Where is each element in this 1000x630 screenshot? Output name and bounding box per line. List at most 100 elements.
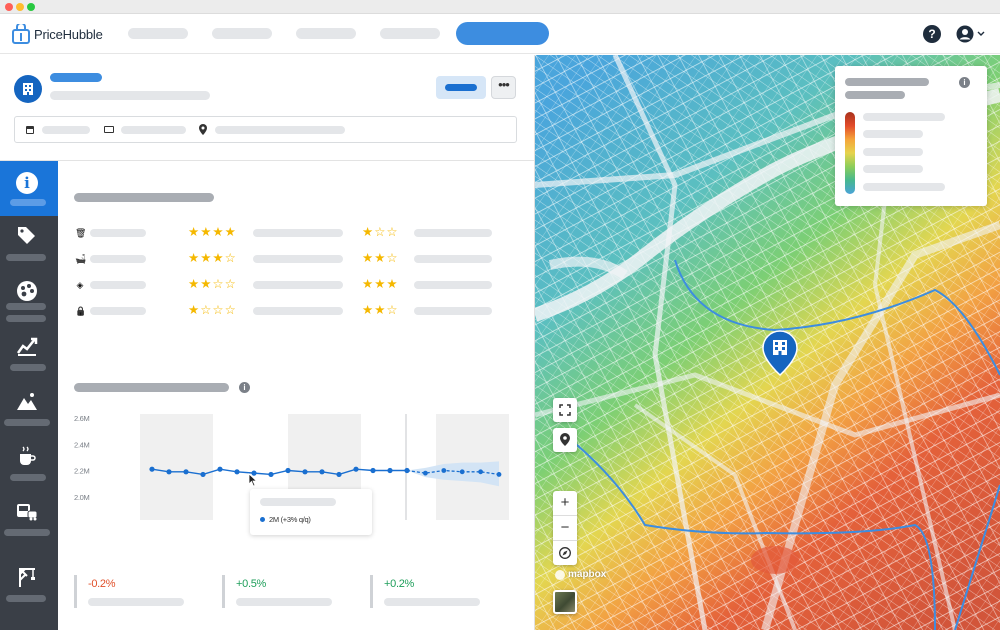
sidebar-item-label-2 (6, 315, 46, 322)
ratings-section-title (74, 193, 214, 202)
brand-name: PriceHubble (34, 26, 103, 42)
rating-comparison (414, 281, 492, 289)
cursor-pointer (248, 473, 258, 487)
legend-label-5 (863, 183, 945, 191)
legend-title (845, 78, 929, 86)
sidebar-item-label (10, 364, 46, 371)
price-history-point (166, 469, 172, 475)
sidebar-item-info[interactable]: i (0, 161, 58, 216)
zoom-in-button[interactable]: + (553, 491, 577, 515)
price-history-point (353, 466, 359, 472)
more-options-button[interactable]: ••• (491, 76, 516, 99)
sidebar-item-trends[interactable] (0, 326, 58, 381)
mountain-icon (15, 390, 39, 414)
rating-stars-b: ★☆☆ (362, 225, 399, 239)
compass-icon (559, 547, 571, 559)
tags-icon (15, 225, 39, 249)
mapbox-logo-icon (555, 570, 565, 580)
rating-label (90, 307, 146, 315)
nav-item-4[interactable] (380, 28, 440, 39)
sidebar-item-label (6, 595, 46, 602)
price-history-point (268, 471, 274, 478)
minimize-window-button[interactable] (16, 3, 24, 11)
lock-icon: 🔒 (75, 306, 87, 316)
rating-comparison (414, 229, 492, 237)
help-icon[interactable]: ? (923, 25, 941, 43)
sidebar-item-palette[interactable] (0, 271, 58, 326)
rating-label (90, 229, 146, 237)
nav-item-2[interactable] (212, 28, 272, 39)
fullscreen-button[interactable] (553, 398, 577, 422)
nav-item-3[interactable] (296, 28, 356, 39)
primary-action-button[interactable] (436, 76, 486, 99)
y-tick-label: 2.4M (74, 440, 90, 449)
tooltip-series-dot (260, 517, 265, 522)
transport-icon (15, 500, 39, 524)
price-history-point (234, 469, 240, 475)
property-map-marker[interactable] (762, 330, 798, 376)
sidebar-item-transport[interactable] (0, 491, 58, 546)
rating-label (90, 255, 146, 263)
rating-stars-b: ★★☆ (362, 303, 399, 317)
sidebar-item-label (10, 474, 46, 481)
legend-label-4 (863, 165, 923, 173)
sidebar-item-tags[interactable] (0, 216, 58, 271)
price-history-point (200, 471, 206, 478)
forecast-point (496, 472, 502, 477)
kpi-accent-bar (370, 575, 373, 608)
nav-item-1[interactable] (128, 28, 188, 39)
chart-tooltip: 2M (+3% q/q) (250, 489, 372, 535)
legend-info-icon[interactable]: i (959, 77, 970, 88)
rating-description (253, 281, 343, 289)
compass-button[interactable] (553, 540, 577, 564)
coffee-icon (15, 445, 39, 469)
rating-description (253, 307, 343, 315)
locate-property-button[interactable] (553, 428, 577, 452)
bathtub-icon: 🛁 (75, 254, 87, 264)
forecast-point (441, 468, 447, 473)
money-icon (104, 126, 114, 133)
kpi-value: -0.2% (88, 578, 116, 590)
price-history-point (285, 467, 291, 474)
rating-stars-a: ★★★☆ (188, 251, 237, 265)
rating-comparison (414, 255, 492, 263)
rating-label (90, 281, 146, 289)
sidebar-item-environment[interactable] (0, 381, 58, 436)
close-window-button[interactable] (5, 3, 13, 11)
rating-stars-a: ★★☆☆ (188, 277, 237, 291)
zoom-out-button[interactable]: − (553, 515, 577, 539)
legend-subtitle (845, 91, 905, 99)
info-icon: i (15, 170, 39, 194)
nav-item-active[interactable] (456, 22, 549, 45)
logo[interactable]: PriceHubble (12, 23, 103, 45)
y-tick-label: 2.0M (74, 493, 90, 502)
price-history-point (302, 469, 308, 475)
info-date-value (42, 126, 90, 134)
location-pin-icon (560, 433, 570, 446)
y-tick-label: 2.2M (74, 467, 90, 476)
tooltip-date (260, 498, 336, 506)
crane-icon (15, 566, 39, 590)
map-legend: i (835, 66, 987, 206)
price-history-point (370, 467, 376, 474)
sidebar-item-construction[interactable] (0, 546, 58, 602)
satellite-layer-toggle[interactable] (553, 590, 577, 614)
kpi-label (88, 598, 184, 606)
rating-comparison (414, 307, 492, 315)
price-history-point (336, 471, 342, 478)
sidebar-item-amenities[interactable] (0, 436, 58, 491)
sidebar-item-label (4, 419, 50, 426)
primary-action-label (445, 84, 477, 91)
user-menu-button[interactable] (956, 25, 986, 43)
app-window: PriceHubble ? ••• i 🗑 ★★★★ ★☆☆ 🛁 ★★★☆ ★★… (0, 0, 1000, 630)
calendar-icon (26, 126, 34, 134)
property-info-box (14, 116, 517, 143)
kpi-value: +0.2% (384, 578, 414, 590)
location-pin-icon (199, 124, 207, 135)
sidebar-item-label (4, 529, 50, 536)
maximize-window-button[interactable] (27, 3, 35, 11)
rating-description (253, 229, 343, 237)
forecast-point (423, 470, 428, 476)
property-panel: ••• i 🗑 ★★★★ ★☆☆ 🛁 ★★★☆ ★★☆ ◈ ★★☆☆ ★★★ 🔒… (0, 55, 534, 630)
trend-chart-icon (15, 335, 39, 359)
